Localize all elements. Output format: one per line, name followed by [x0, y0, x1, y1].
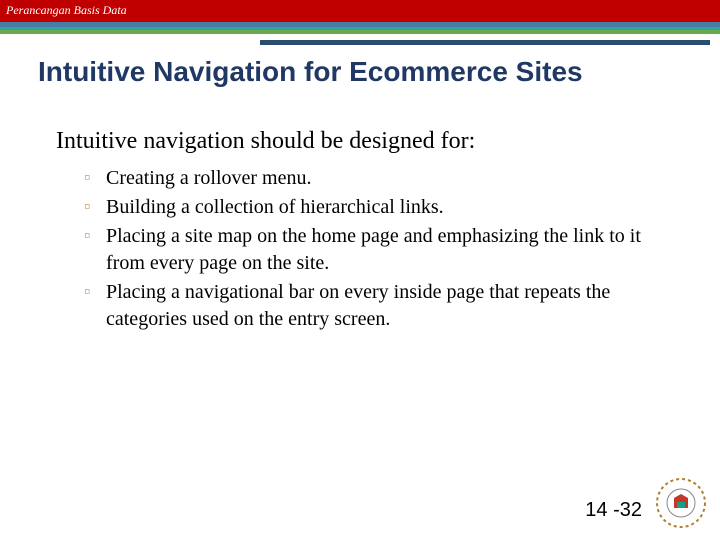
- header-bar: Perancangan Basis Data: [0, 0, 720, 22]
- slide-title: Intuitive Navigation for Ecommerce Sites: [38, 56, 720, 88]
- list-item: Placing a navigational bar on every insi…: [84, 279, 670, 333]
- slide-content: Intuitive navigation should be designed …: [56, 128, 670, 333]
- lead-text: Intuitive navigation should be designed …: [56, 128, 670, 155]
- title-underline: [260, 40, 710, 45]
- bullet-list: Creating a rollover menu. Building a col…: [84, 165, 670, 333]
- page-number: 14 -32: [585, 499, 642, 522]
- course-label: Perancangan Basis Data: [6, 3, 127, 17]
- list-item: Building a collection of hierarchical li…: [84, 194, 670, 221]
- list-item: Placing a site map on the home page and …: [84, 223, 670, 277]
- list-item: Creating a rollover menu.: [84, 165, 670, 192]
- institution-logo: [654, 476, 708, 530]
- accent-stripe: [0, 22, 720, 34]
